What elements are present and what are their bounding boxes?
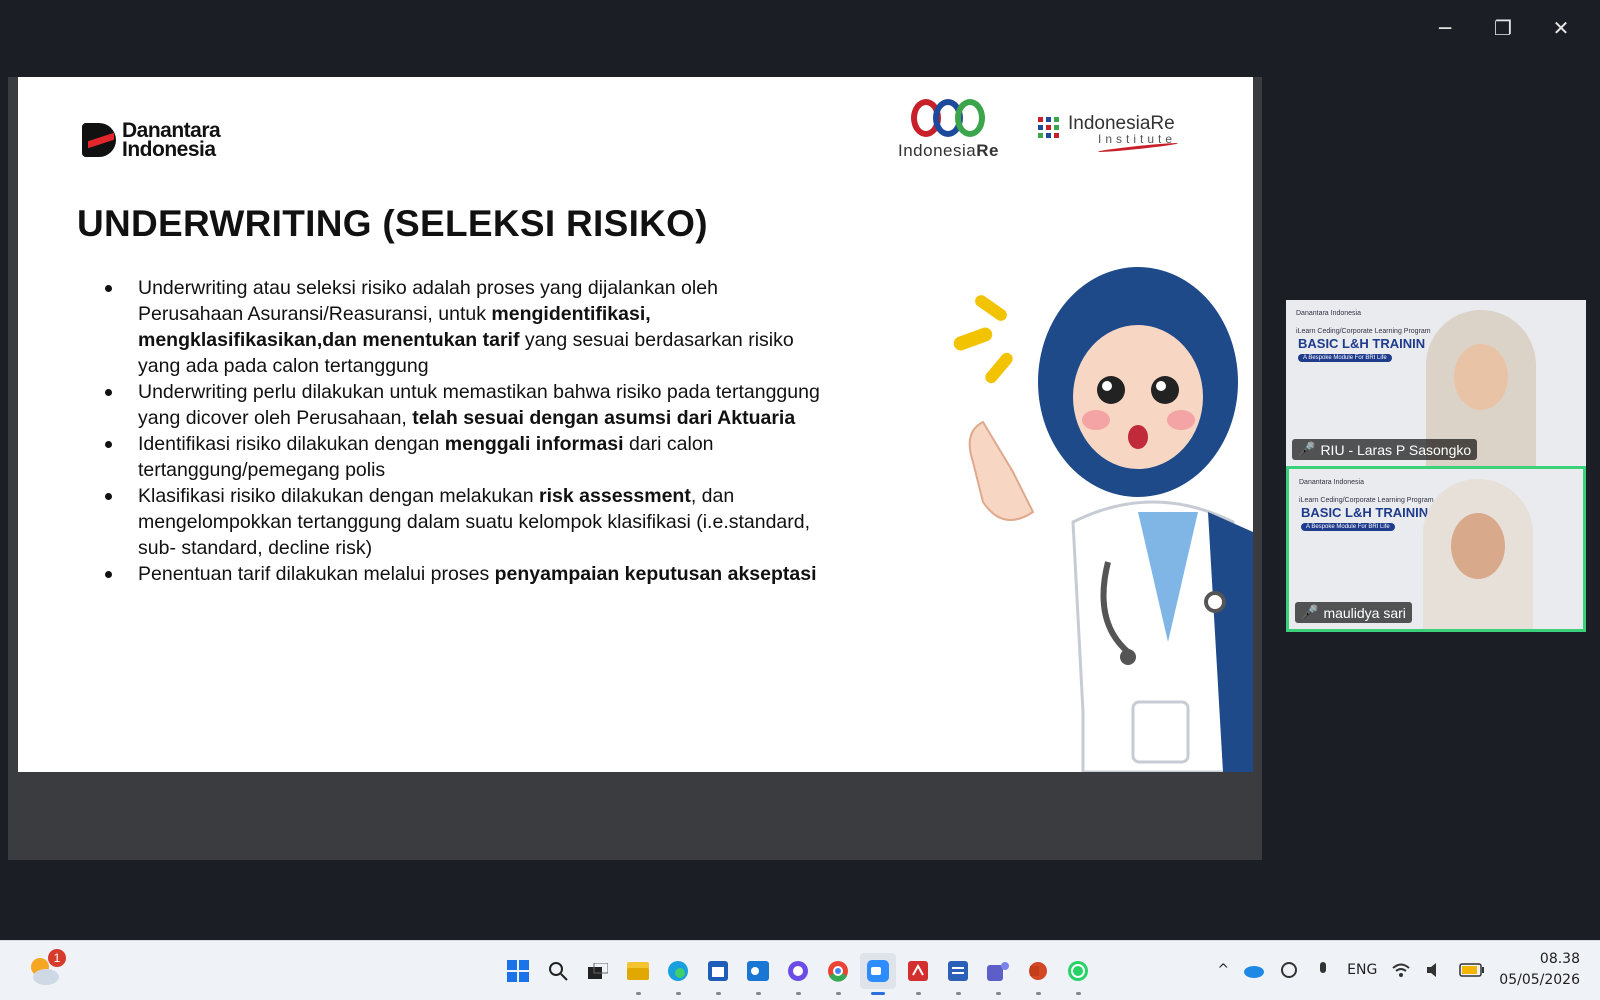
indonesiare-rings-icon [903,95,993,141]
tile-module: A Bespoke Module For BRI Life [1301,523,1395,531]
restore-button[interactable]: ❐ [1474,10,1532,46]
windows-start-icon[interactable] [500,953,536,989]
video-tile-maulidya[interactable]: Danantara Indonesia iLearn Ceding/Corpor… [1286,466,1586,632]
clock[interactable]: 08.38 05/05/2026 [1499,949,1580,991]
ire-logo-prefix: Indonesia [898,141,977,160]
whatsapp-icon[interactable] [1060,953,1096,995]
bullet-item: Underwriting perlu dilakukan untuk memas… [101,379,821,431]
institute-dots-icon [1038,117,1059,138]
participant-video [1423,479,1533,629]
mic-icon: 🎤 [1301,604,1319,620]
volume-icon[interactable] [1425,962,1445,978]
search-icon[interactable] [540,953,576,989]
battery-icon[interactable] [1459,963,1485,977]
copilot-icon[interactable] [780,953,816,995]
muted-mic-icon: 🎤 [1298,441,1316,457]
video-tile-laras[interactable]: Danantara Indonesia iLearn Ceding/Corpor… [1286,300,1586,466]
edge-icon[interactable] [660,953,696,995]
tile-program: iLearn Ceding/Corporate Learning Program [1299,497,1434,504]
onedrive-icon[interactable] [1243,962,1265,978]
doctor-character-illustration [953,267,1253,772]
tile-heading: BASIC L&H TRAINING [1301,505,1439,520]
danantara-mark-icon [82,123,116,157]
powerpoint-icon[interactable] [1020,953,1056,995]
tile-program: iLearn Ceding/Corporate Learning Program [1296,328,1431,335]
taskbar: 1 ^ ENG 08.38 05/05/2026 [0,940,1600,1000]
window-controls: ─ ❐ ✕ [1416,10,1590,46]
microphone-icon[interactable] [1313,960,1333,980]
indonesiare-logo: IndonesiaRe [898,95,999,161]
participant-gallery: Danantara Indonesia iLearn Ceding/Corpor… [1286,300,1586,632]
sync-icon[interactable] [1279,960,1299,980]
ire-logo-suffix: Re [976,141,999,160]
tile-heading: BASIC L&H TRAININ [1298,336,1426,351]
outlook-icon[interactable] [740,953,776,995]
chevron-up-icon[interactable]: ^ [1217,962,1229,978]
shared-screen-area: Danantara Indonesia IndonesiaRe Indonesi… [8,77,1262,860]
tile-module: A Bespoke Module For BRI Life [1298,354,1392,362]
tile-brand: Danantara Indonesia [1296,310,1361,317]
bullet-item: Penentuan tarif dilakukan melalui proses… [101,561,821,587]
bullet-item: Identifikasi risiko dilakukan dengan men… [101,431,821,483]
close-button[interactable]: ✕ [1532,10,1590,46]
slide-title: UNDERWRITING (SELEKSI RISIKO) [77,203,708,244]
notification-badge: 1 [48,949,66,967]
wifi-icon[interactable] [1391,962,1411,978]
chrome-icon[interactable] [820,953,856,995]
acrobat-icon[interactable] [900,953,936,995]
presentation-slide: Danantara Indonesia IndonesiaRe Indonesi… [18,77,1253,772]
weather-widget[interactable]: 1 [26,949,66,989]
danantara-logo: Danantara Indonesia [82,120,221,161]
task-view-icon[interactable] [580,953,616,989]
taskbar-apps [500,953,1096,995]
bullet-item: Klasifikasi risiko dilakukan dengan mela… [101,483,821,561]
system-tray: ^ ENG 08.38 05/05/2026 [1217,949,1580,991]
time: 08.38 [1539,951,1580,967]
bullet-list: Underwriting atau seleksi risiko adalah … [101,275,821,587]
date: 05/05/2026 [1499,972,1580,988]
logo-left-line2: Indonesia [122,138,216,161]
participant-name: RIU - Laras P Sasongko [1320,441,1472,458]
tile-brand: Danantara Indonesia [1299,479,1364,486]
indonesiare-institute-logo: IndonesiaRe Institute [1038,113,1178,154]
word-icon[interactable] [940,953,976,995]
file-explorer-icon[interactable] [620,953,656,995]
teams-icon[interactable] [980,953,1016,995]
store-icon[interactable] [700,953,736,995]
zoom-icon[interactable] [860,953,896,995]
minimize-button[interactable]: ─ [1416,10,1474,46]
language-indicator[interactable]: ENG [1347,962,1377,978]
participant-name: maulidya sari [1323,604,1406,621]
bullet-item: Underwriting atau seleksi risiko adalah … [101,275,821,379]
